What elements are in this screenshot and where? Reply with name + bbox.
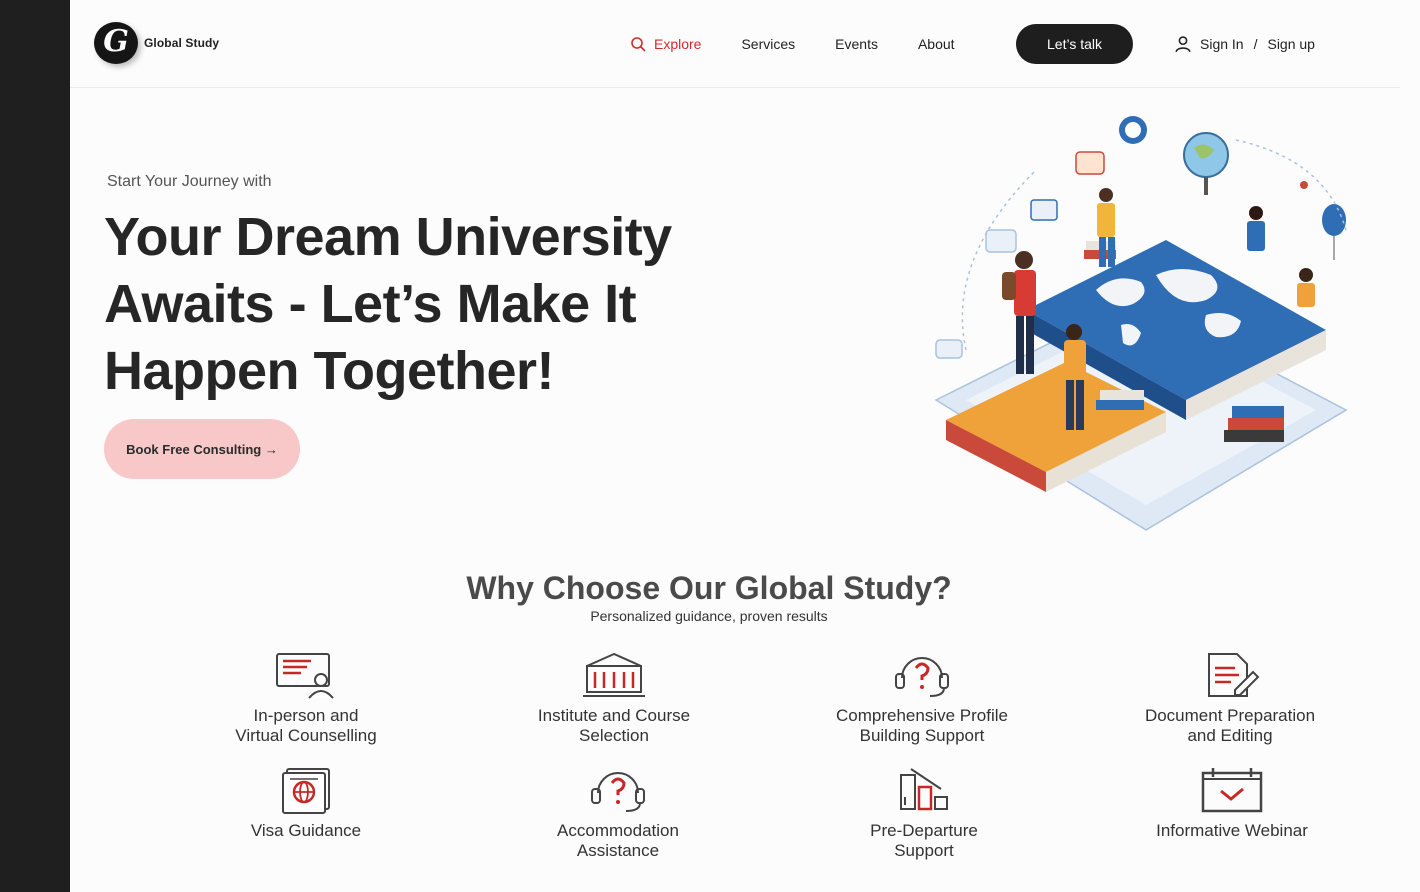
feature-label: Accommodation Assistance xyxy=(557,821,679,860)
feature-institute[interactable]: Institute and Course Selection xyxy=(494,650,734,746)
hero-title: Your Dream University Awaits - Let’s Mak… xyxy=(104,207,672,401)
brand-logo[interactable]: G Global Study xyxy=(94,22,219,64)
why-choose-title: Why Choose Our Global Study? xyxy=(466,570,952,606)
nav-item-about[interactable]: About xyxy=(918,36,955,52)
feature-label: Informative Webinar xyxy=(1156,821,1308,840)
webinar-icon xyxy=(1201,768,1263,813)
why-choose-subtitle: Personalized guidance, proven results xyxy=(590,608,828,624)
hero-illustration xyxy=(934,116,1348,531)
nav-item-services[interactable]: Services xyxy=(741,36,795,52)
nav-item-explore[interactable]: Explore xyxy=(630,36,701,52)
search-icon xyxy=(631,37,646,52)
feature-document-editing[interactable]: Document Preparation and Editing xyxy=(1110,650,1350,746)
hero-kicker: Start Your Journey with xyxy=(107,173,272,190)
auth-links: Sign In / Sign up xyxy=(1174,24,1315,64)
nav-label-explore: Explore xyxy=(654,36,702,52)
logo-mark: G xyxy=(94,22,138,64)
institute-icon xyxy=(583,652,645,697)
feature-pre-departure[interactable]: Pre-Departure Support xyxy=(804,765,1044,861)
lets-talk-button[interactable]: Let’s talk xyxy=(1016,24,1133,64)
book-consulting-button[interactable]: Book Free Consulting → xyxy=(104,419,300,479)
visa-icon xyxy=(282,768,330,814)
counselling-icon xyxy=(276,653,334,699)
feature-visa[interactable]: Visa Guidance xyxy=(186,765,426,841)
feature-label: Document Preparation and Editing xyxy=(1144,706,1316,745)
pre-departure-icon xyxy=(900,768,948,811)
nav-item-events[interactable]: Events xyxy=(835,36,878,52)
nav-label-events: Events xyxy=(835,36,878,52)
sign-in-link[interactable]: Sign In xyxy=(1200,36,1244,52)
page: G Global Study Explore Services Events A… xyxy=(70,0,1420,892)
logo-glyph: G xyxy=(103,24,129,59)
nav-label-about: About xyxy=(917,36,955,52)
site-header: G Global Study Explore Services Events A… xyxy=(70,0,1400,88)
feature-counselling[interactable]: In-person and Virtual Counselling xyxy=(186,650,426,746)
sign-up-link[interactable]: Sign up xyxy=(1267,36,1314,52)
user-icon xyxy=(1175,36,1191,53)
profile-support-icon xyxy=(895,657,949,697)
document-edit-icon xyxy=(1208,653,1260,697)
feature-label: Pre-Departure Support xyxy=(870,821,978,860)
feature-label: Comprehensive Profile Building Support xyxy=(836,706,1008,745)
feature-label: Institute and Course Selection xyxy=(537,706,691,745)
feature-accommodation[interactable]: Accommodation Assistance xyxy=(498,765,738,861)
brand-name: Global Study xyxy=(144,36,220,50)
main-nav: Explore Services Events About xyxy=(630,24,995,64)
accommodation-icon xyxy=(591,772,645,812)
feature-webinar[interactable]: Informative Webinar xyxy=(1112,765,1352,841)
feature-label: Visa Guidance xyxy=(250,821,362,840)
feature-profile-support[interactable]: Comprehensive Profile Building Support xyxy=(802,650,1042,746)
feature-label: In-person and Virtual Counselling xyxy=(235,706,377,745)
nav-label-services: Services xyxy=(741,36,796,52)
auth-separator: / xyxy=(1253,36,1258,52)
left-rail xyxy=(0,0,70,892)
